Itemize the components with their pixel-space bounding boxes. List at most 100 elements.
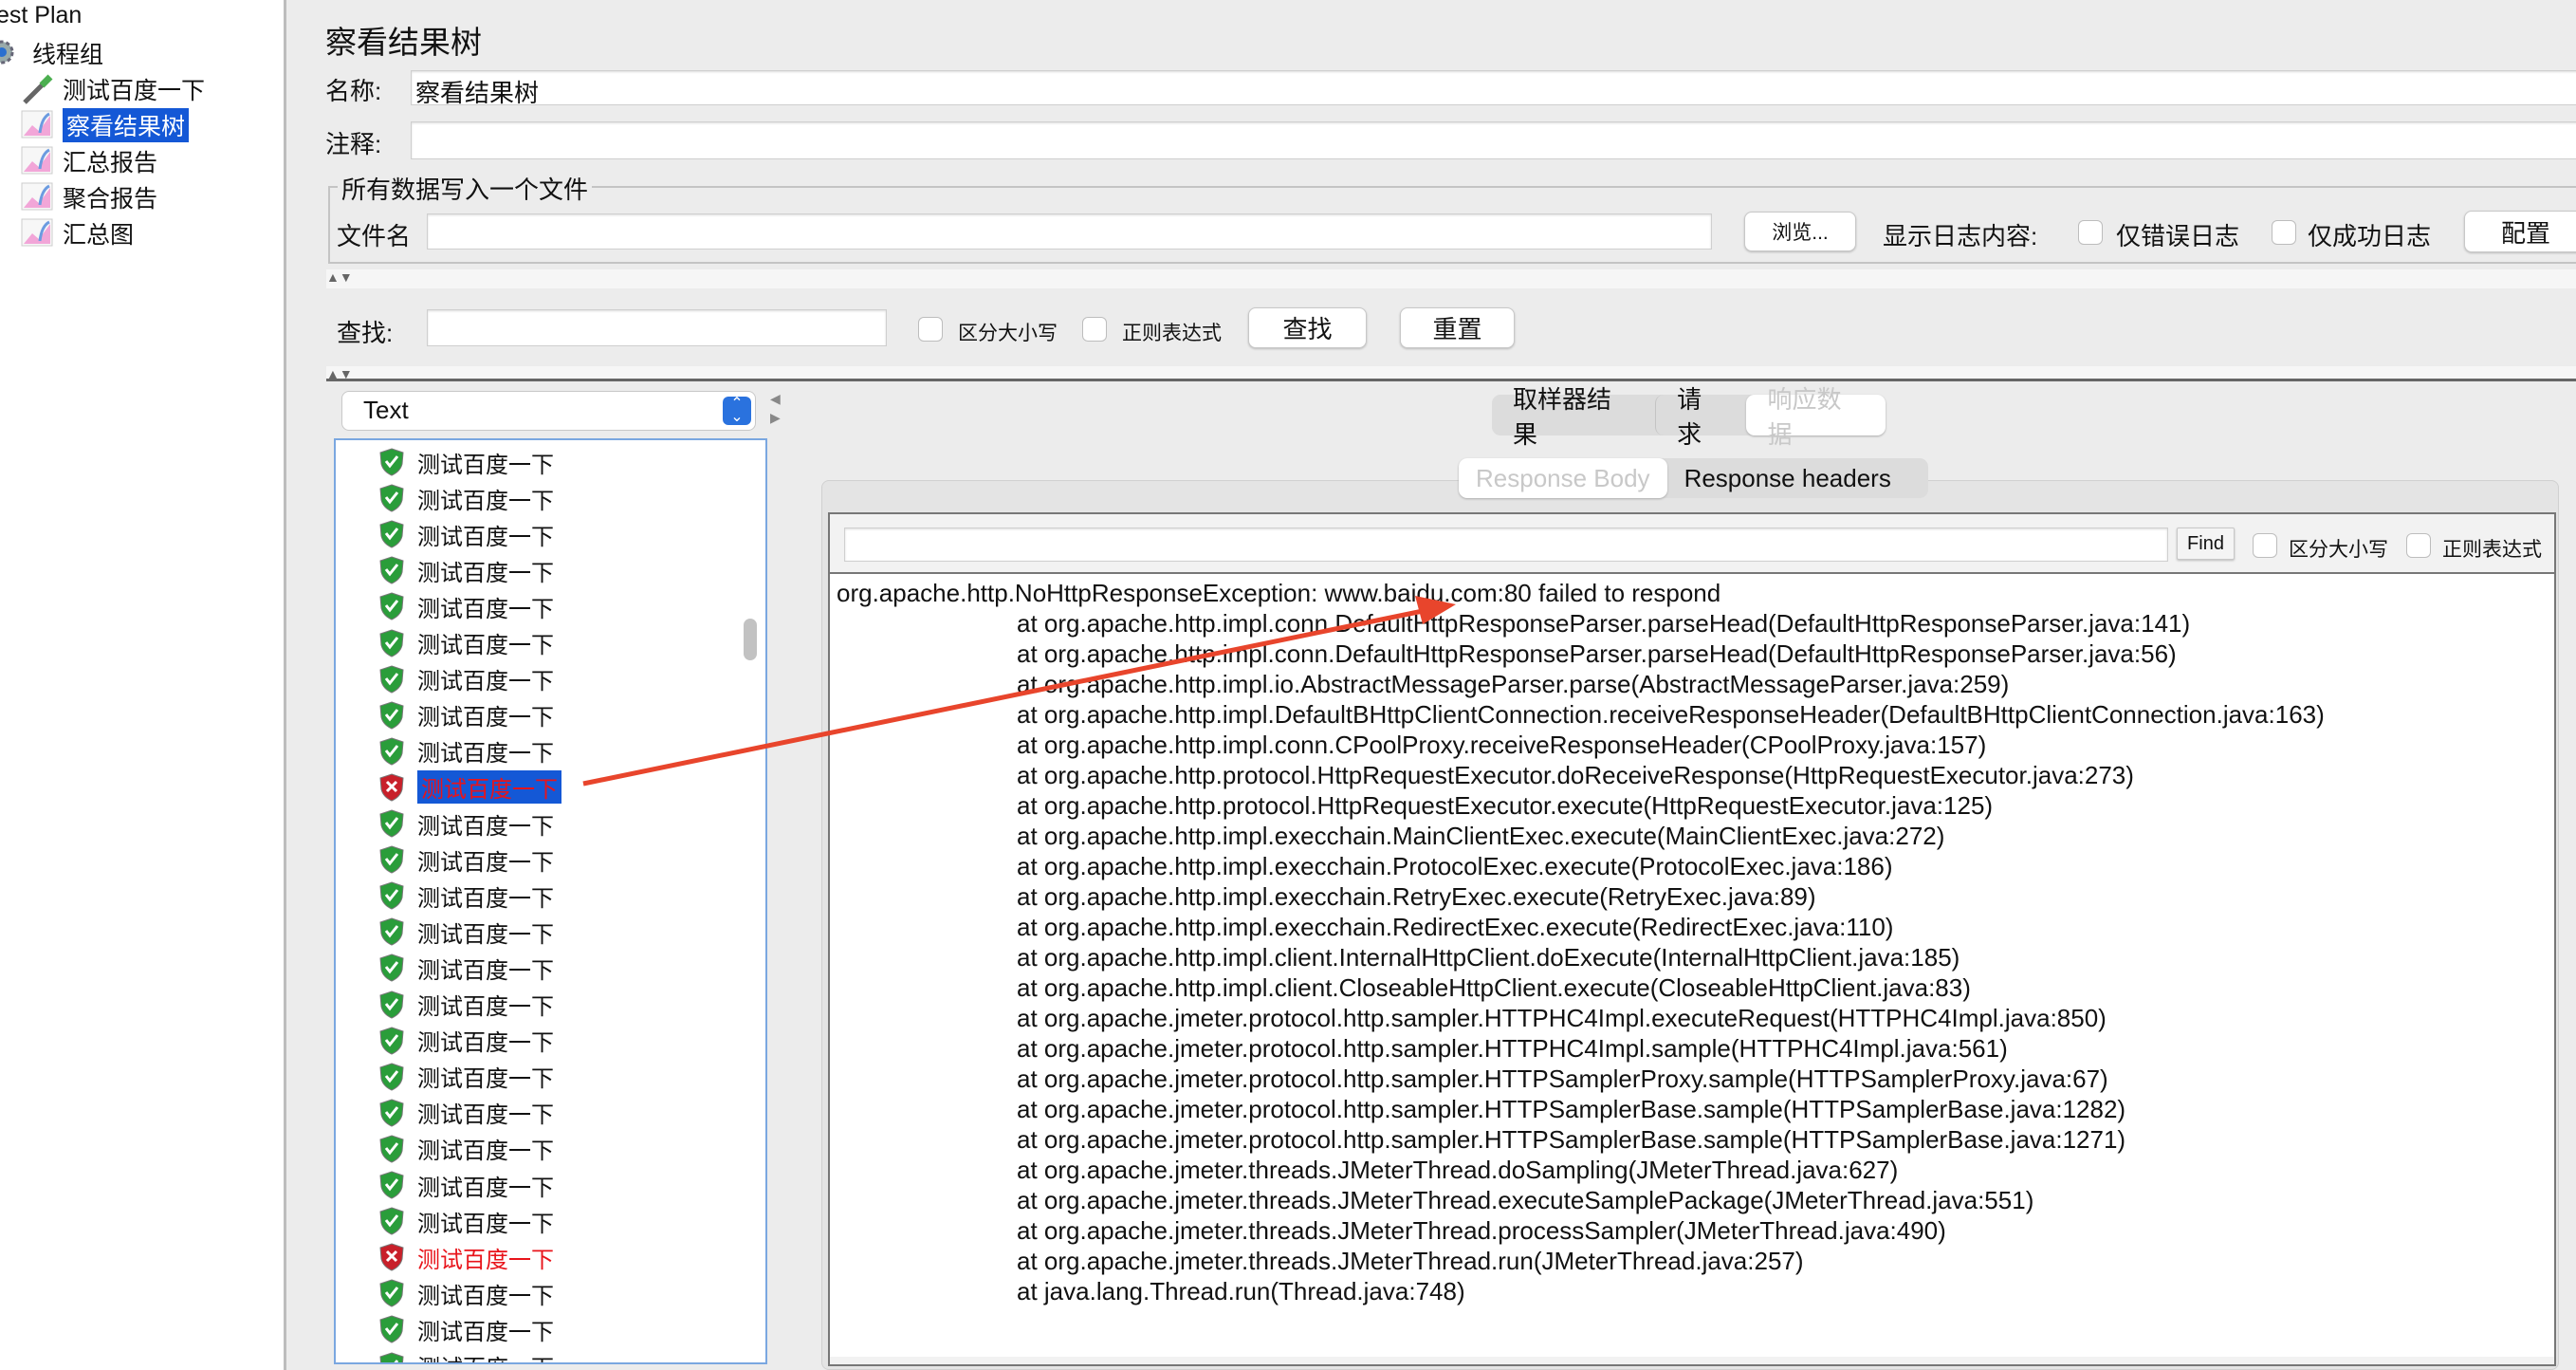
renderer-value: Text bbox=[363, 396, 409, 424]
response-line: at java.lang.Thread.run(Thread.java:748) bbox=[1017, 1277, 1465, 1305]
success-shield-icon bbox=[379, 1027, 404, 1062]
tree-item-thread-group[interactable]: 线程组 bbox=[0, 36, 103, 70]
splitter-main[interactable]: ▲▼ bbox=[326, 366, 2576, 381]
result-row-label: 测试百度一下 bbox=[417, 849, 554, 876]
response-text-area[interactable]: org.apache.http.NoHttpResponseException:… bbox=[830, 572, 2554, 1357]
success-shield-icon bbox=[379, 917, 404, 953]
tab-2[interactable]: 响应数据 bbox=[1746, 385, 1886, 449]
success-shield-icon bbox=[379, 1135, 404, 1170]
listener-graph-icon bbox=[21, 110, 55, 140]
listener-graph-icon bbox=[21, 182, 55, 213]
result-row-label: 测试百度一下 bbox=[417, 669, 554, 695]
success-shield-icon bbox=[379, 1207, 404, 1242]
reset-button[interactable]: 重置 bbox=[1400, 307, 1515, 348]
tree-item-label: est Plan bbox=[0, 2, 83, 28]
response-line: at org.apache.http.impl.execchain.Redire… bbox=[1017, 913, 1894, 941]
case-sensitive-checkbox[interactable] bbox=[918, 317, 943, 342]
response-line: at org.apache.jmeter.threads.JMeterThrea… bbox=[1017, 1186, 2034, 1214]
result-row-label: 测试百度一下 bbox=[417, 705, 554, 731]
configure-button[interactable]: 配置 bbox=[2464, 211, 2576, 252]
file-group-label: 所有数据写入一个文件 bbox=[338, 171, 593, 206]
response-line: org.apache.http.NoHttpResponseException:… bbox=[837, 579, 1721, 607]
comment-input[interactable] bbox=[411, 121, 2576, 159]
filename-label: 文件名 bbox=[337, 222, 412, 250]
renderer-select[interactable]: Text ⌃ ⌄ bbox=[341, 391, 756, 431]
result-row-label: 测试百度一下 bbox=[417, 488, 554, 514]
response-line: at org.apache.jmeter.threads.JMeterThrea… bbox=[1017, 1247, 1804, 1275]
response-line: at org.apache.http.protocol.HttpRequestE… bbox=[1017, 791, 1994, 820]
response-line: at org.apache.http.impl.execchain.MainCl… bbox=[1017, 822, 1945, 850]
response-line: at org.apache.http.protocol.HttpRequestE… bbox=[1017, 761, 2134, 789]
response-line: at org.apache.jmeter.threads.JMeterThrea… bbox=[1017, 1216, 1946, 1245]
tab-0[interactable]: 取样器结果 bbox=[1492, 385, 1655, 449]
success-only-label: 仅成功日志 bbox=[2308, 222, 2432, 250]
name-input[interactable]: 察看结果树 bbox=[411, 70, 2576, 107]
result-row-label: 测试百度一下 bbox=[417, 596, 554, 622]
tab-1[interactable]: 请求 bbox=[1655, 385, 1746, 449]
response-regex-label: 正则表达式 bbox=[2442, 539, 2542, 561]
regex-label: 正则表达式 bbox=[1122, 323, 1222, 344]
result-row-label: 测试百度一下 bbox=[417, 1247, 554, 1273]
collapse-arrows-icon[interactable]: ◀ ▶ bbox=[770, 389, 781, 427]
errors-only-label: 仅错误日志 bbox=[2116, 222, 2240, 250]
result-row-label: 测试百度一下 bbox=[417, 452, 554, 478]
tab-0[interactable]: Response Body bbox=[1459, 458, 1667, 498]
success-shield-icon bbox=[379, 990, 404, 1026]
tree-item-label: 汇总图 bbox=[63, 222, 135, 249]
log-display-label: 显示日志内容: bbox=[1883, 222, 2038, 250]
success-only-checkbox[interactable] bbox=[2272, 220, 2296, 245]
result-row-label: 测试百度一下 bbox=[417, 633, 554, 658]
result-row-label: 测试百度一下 bbox=[417, 1319, 554, 1345]
tree-item[interactable]: 汇总图 bbox=[21, 216, 134, 250]
success-shield-icon bbox=[379, 628, 404, 664]
splitter-top[interactable]: ▲▼ bbox=[326, 269, 2576, 288]
result-row-label: 测试百度一下 bbox=[417, 921, 554, 948]
response-line: at org.apache.http.impl.io.AbstractMessa… bbox=[1017, 670, 2010, 698]
tree-item[interactable]: 聚合报告 bbox=[21, 180, 157, 214]
tab-1[interactable]: Response headers bbox=[1667, 458, 1908, 498]
errors-only-checkbox[interactable] bbox=[2078, 220, 2103, 245]
filename-input[interactable] bbox=[427, 213, 1712, 250]
result-row-label: 测试百度一下 bbox=[417, 1066, 554, 1093]
find-button[interactable]: Find bbox=[2177, 528, 2235, 560]
success-shield-icon bbox=[379, 701, 404, 736]
response-line: at org.apache.jmeter.protocol.http.sampl… bbox=[1017, 1095, 2126, 1123]
tree-item-label: 线程组 bbox=[32, 42, 104, 68]
select-arrows-icon: ⌃ ⌄ bbox=[723, 397, 751, 425]
search-button[interactable]: 查找 bbox=[1248, 307, 1367, 348]
response-line: at org.apache.jmeter.protocol.http.sampl… bbox=[1017, 1065, 2108, 1093]
browse-button[interactable]: 浏览... bbox=[1744, 212, 1856, 251]
regex-checkbox[interactable] bbox=[1082, 317, 1107, 342]
tree-item-test-plan[interactable]: est Plan bbox=[0, 2, 82, 29]
success-shield-icon bbox=[379, 1279, 404, 1314]
response-find-input[interactable] bbox=[844, 528, 2168, 562]
response-line: at org.apache.jmeter.protocol.http.sampl… bbox=[1017, 1125, 2126, 1154]
response-line: at org.apache.jmeter.protocol.http.sampl… bbox=[1017, 1034, 2008, 1063]
results-scrollbar-thumb[interactable] bbox=[744, 619, 757, 660]
comment-label: 注释: bbox=[325, 130, 382, 158]
tree-item-label: 察看结果树 bbox=[63, 108, 190, 142]
listener-graph-icon bbox=[21, 218, 55, 249]
success-shield-icon bbox=[379, 520, 404, 555]
result-row-label: 测试百度一下 bbox=[417, 1283, 554, 1309]
response-case-checkbox[interactable] bbox=[2253, 533, 2277, 558]
success-shield-icon bbox=[379, 845, 404, 880]
tree-item-label: 聚合报告 bbox=[63, 186, 158, 213]
result-row-label: 测试百度一下 bbox=[417, 813, 554, 840]
result-row-label: 测试百度一下 bbox=[417, 1102, 554, 1129]
search-input[interactable] bbox=[427, 309, 887, 346]
success-shield-icon bbox=[379, 1099, 404, 1134]
results-list[interactable]: 测试百度一下 测试百度一下 测试百度一下 测试百度一下 测试百度一下 测试百度一下 测试百度… bbox=[334, 438, 767, 1364]
listener-graph-icon bbox=[21, 146, 55, 176]
error-shield-icon bbox=[379, 773, 404, 808]
sampler-pipette-icon bbox=[21, 74, 55, 104]
search-label: 查找: bbox=[337, 319, 394, 347]
tree-item[interactable]: 测试百度一下 bbox=[21, 72, 205, 106]
response-regex-checkbox[interactable] bbox=[2406, 533, 2431, 558]
response-line: at org.apache.http.impl.conn.CPoolProxy.… bbox=[1017, 731, 1987, 759]
tree-item[interactable]: 察看结果树 bbox=[21, 108, 190, 142]
detail-tabs: 取样器结果 请求 响应数据 bbox=[1492, 385, 1886, 449]
tree-item[interactable]: 汇总报告 bbox=[21, 144, 157, 178]
result-row-label: 测试百度一下 bbox=[417, 1211, 554, 1237]
response-subtabs: Response Body Response headers bbox=[1459, 458, 1928, 498]
